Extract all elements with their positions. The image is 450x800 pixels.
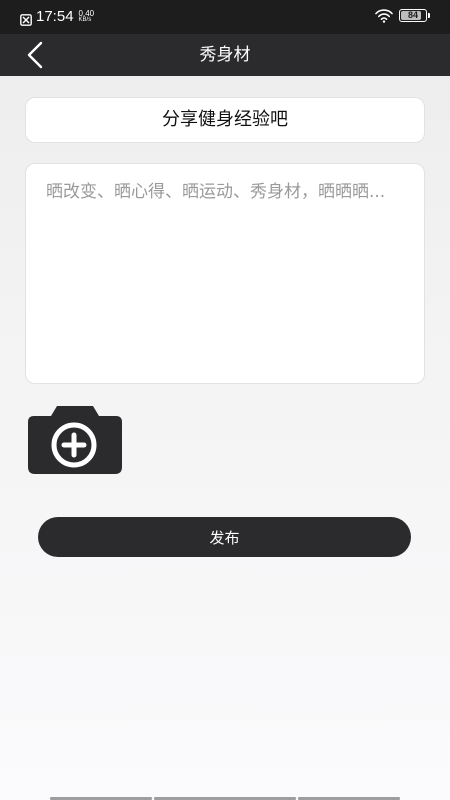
camera-plus-icon (28, 406, 122, 474)
post-content-input[interactable] (26, 164, 424, 383)
page-title: 秀身材 (199, 45, 251, 65)
status-bar: 17:54 0.40 KB/s 84 (0, 0, 450, 34)
network-speed-unit: KB/s (78, 17, 92, 23)
notification-blocked-icon (20, 11, 32, 26)
back-button[interactable] (22, 40, 52, 70)
battery-icon: 84 (399, 8, 427, 22)
post-content-box (25, 163, 425, 384)
status-left: 17:54 0.40 KB/s (20, 8, 94, 26)
publish-button[interactable]: 发布 (38, 517, 411, 557)
nav-bar: 秀身材 (0, 34, 450, 76)
wifi-icon (375, 8, 393, 23)
network-speed: 0.40 KB/s (79, 10, 95, 24)
topic-card[interactable]: 分享健身经验吧 (25, 97, 425, 143)
network-speed-value: 0.40 (78, 9, 95, 18)
battery-tip (428, 12, 430, 18)
status-right: 84 (375, 8, 430, 23)
status-time: 17:54 (36, 8, 74, 25)
battery-level: 84 (407, 10, 418, 20)
add-photo-button[interactable] (27, 404, 123, 476)
chevron-left-icon (27, 41, 43, 69)
